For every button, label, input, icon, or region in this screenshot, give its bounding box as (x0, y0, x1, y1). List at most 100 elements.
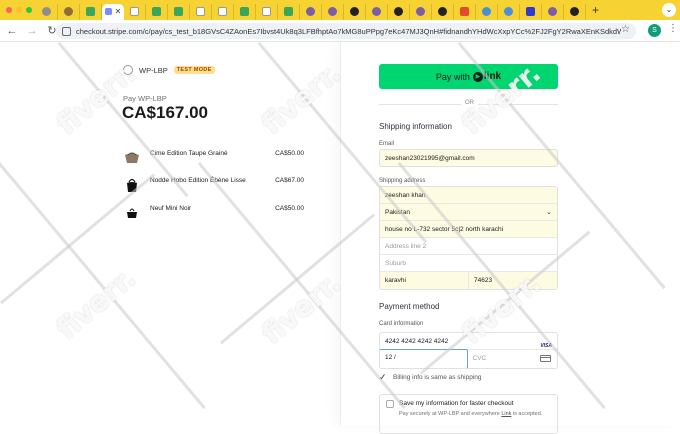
line-item-name: Nodde Hobo Edition Ébène Lisse (150, 177, 246, 184)
browser-menu-icon[interactable]: ⋮ (668, 23, 678, 34)
close-window-button[interactable] (6, 7, 12, 13)
browser-tab[interactable] (300, 3, 322, 20)
cvc-field[interactable]: CVC (468, 350, 557, 368)
site-info-icon[interactable] (62, 26, 71, 36)
browser-tab[interactable] (146, 3, 168, 20)
browser-tab[interactable] (432, 3, 454, 20)
line-item-name: Neuf Mini Noir (150, 205, 192, 212)
test-mode-badge: TEST MODE (173, 66, 215, 74)
tab-favicon-icon (394, 7, 403, 16)
shipping-address-label: Shipping address (379, 178, 426, 184)
merchant-logo-icon (123, 65, 133, 75)
browser-tab[interactable] (520, 3, 542, 20)
browser-tab[interactable] (322, 3, 344, 20)
tab-favicon-icon (262, 7, 271, 16)
tab-favicon-icon (416, 7, 425, 16)
city-field[interactable]: karavhi (380, 272, 469, 289)
payment-method-title: Payment method (379, 302, 440, 311)
pay-with-link-button[interactable]: Pay with ▶ link (379, 64, 558, 89)
browser-tab[interactable] (278, 3, 300, 20)
full-name-field[interactable]: zeeshan khan (380, 187, 557, 204)
tab-favicon-icon (460, 7, 469, 16)
close-tab-icon[interactable]: ✕ (115, 7, 122, 16)
browser-tab[interactable] (344, 3, 366, 20)
profile-avatar[interactable]: S (648, 24, 661, 37)
card-number-value: 4242 4242 4242 4242 (385, 338, 449, 345)
link-info-link[interactable]: Link (501, 411, 511, 417)
browser-tab[interactable] (454, 3, 476, 20)
new-tab-button[interactable]: + (592, 3, 599, 17)
browser-tab[interactable] (234, 3, 256, 20)
link-brand-text: link (483, 71, 502, 82)
link-play-icon: ▶ (472, 71, 483, 82)
browser-tab[interactable] (168, 3, 190, 20)
browser-tab[interactable] (256, 3, 278, 20)
suburb-field[interactable]: Suburb (380, 255, 557, 272)
address-line2-field[interactable]: Address line 2 (380, 238, 557, 255)
browser-tab[interactable] (476, 3, 498, 20)
card-number-field[interactable]: 4242 4242 4242 4242 VISA (380, 333, 557, 350)
address-line1-value: house no L-732 sector 5c|2 north karachi (385, 226, 504, 233)
browser-tab[interactable] (36, 3, 58, 20)
line-item-name: Cime Edition Taupe Grainé (150, 150, 228, 157)
save-info-title: Save my information for faster checkout (399, 400, 514, 407)
browser-tab[interactable] (366, 3, 388, 20)
tab-favicon-icon (504, 7, 513, 16)
tab-search-chevron-icon[interactable]: ⌄ (662, 3, 676, 17)
minimize-window-button[interactable] (16, 7, 22, 13)
tab-favicon-icon (372, 7, 381, 16)
tab-strip: ✕ + ⌄ (0, 0, 680, 20)
tab-favicon-icon (86, 7, 95, 16)
forward-arrow-icon[interactable]: → (24, 23, 40, 39)
email-label: Email (379, 141, 395, 147)
browser-tab[interactable] (410, 3, 432, 20)
save-desc-suffix: is accepted. (511, 411, 543, 417)
browser-tab[interactable] (542, 3, 564, 20)
tab-favicon-icon (42, 7, 51, 16)
email-field[interactable]: zeeshan23021995@gmail.com (379, 149, 558, 167)
checkmark-icon[interactable]: ✓ (379, 373, 388, 382)
browser-tab[interactable] (124, 3, 146, 20)
line-item: Neuf Mini Noir CA$50.00 (124, 203, 304, 223)
postal-code-field[interactable]: 74623 (469, 272, 557, 289)
maximize-window-button[interactable] (26, 7, 32, 13)
save-desc-prefix: Pay securely at WP-LBP and everywhere (399, 411, 502, 417)
tab-favicon-icon (218, 7, 227, 16)
save-info-card: Save my information for faster checkout … (379, 394, 558, 434)
line-item: Cime Edition Taupe Grainé CA$50.00 (124, 148, 304, 168)
tab-favicon-icon (130, 7, 139, 16)
line-item-price: CA$67.00 (275, 177, 304, 184)
billing-same-label: Billing info is same as shipping (393, 374, 482, 381)
or-label: OR (461, 100, 478, 106)
browser-tab[interactable] (190, 3, 212, 20)
browser-tab[interactable] (212, 3, 234, 20)
bookmark-star-icon[interactable]: ☆ (621, 24, 630, 35)
city-postal-row: karavhi 74623 (380, 272, 557, 289)
browser-tab-active[interactable]: ✕ (102, 3, 124, 20)
pay-with-label: Pay with (435, 71, 470, 82)
tab-favicon-icon (152, 7, 161, 16)
back-arrow-icon[interactable]: ← (4, 23, 20, 39)
browser-tab[interactable] (498, 3, 520, 20)
browser-tab[interactable] (564, 3, 586, 20)
tab-favicon-icon (548, 7, 557, 16)
line-item-price: CA$50.00 (275, 150, 304, 157)
tab-favicon-icon (240, 7, 249, 16)
browser-tab[interactable] (388, 3, 410, 20)
country-select[interactable]: Pakistan ⌄ (380, 204, 557, 221)
browser-tab[interactable] (58, 3, 80, 20)
address-line2-placeholder: Address line 2 (385, 243, 427, 250)
url-text[interactable]: checkout.stripe.com/c/pay/cs_test_b18GVs… (76, 27, 621, 36)
save-info-checkbox[interactable] (386, 400, 394, 408)
address-bar[interactable]: checkout.stripe.com/c/pay/cs_test_b18GVs… (56, 23, 636, 39)
tab-favicon-icon (526, 7, 535, 16)
card-expiry-cvc-row: 12 / CVC (380, 349, 557, 368)
browser-tab[interactable] (80, 3, 102, 20)
expiry-field[interactable]: 12 / (380, 349, 468, 368)
tab-favicon-icon (284, 7, 293, 16)
shipping-title: Shipping information (379, 122, 452, 131)
address-line1-field[interactable]: house no L-732 sector 5c|2 north karachi (380, 221, 557, 238)
tab-favicon-icon (438, 7, 447, 16)
tab-favicon-icon (64, 7, 73, 16)
billing-same-checkbox-row[interactable]: ✓ Billing info is same as shipping (379, 373, 482, 382)
